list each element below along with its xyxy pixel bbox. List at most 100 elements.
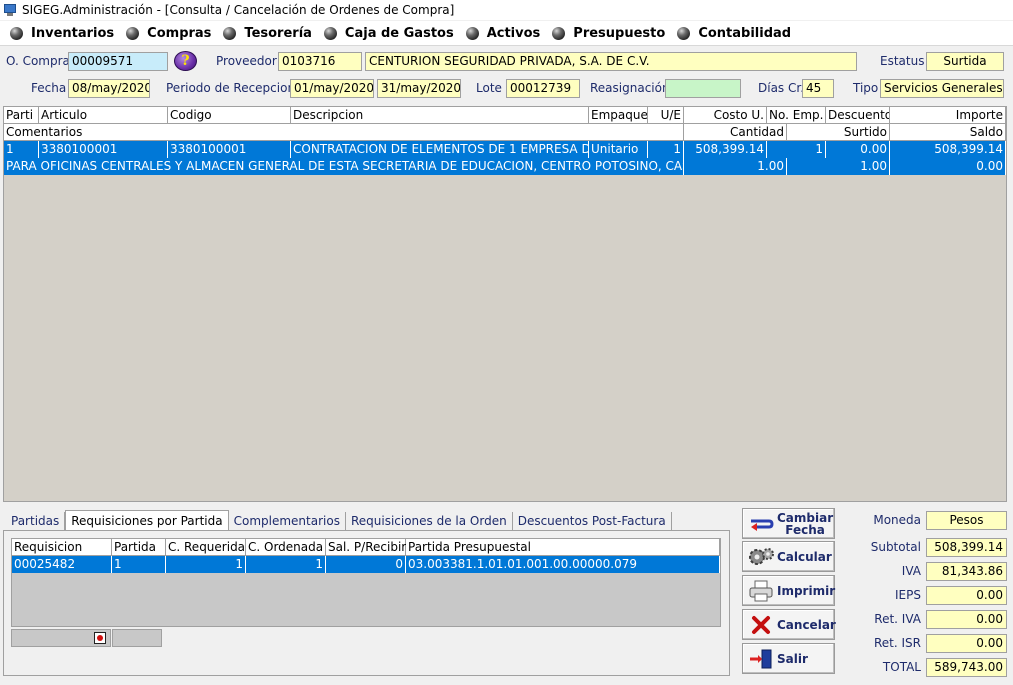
- tipo-label: Tipo: [853, 81, 879, 95]
- lote-field[interactable]: 00012739: [506, 79, 580, 98]
- menu-presupuesto[interactable]: Presupuesto: [552, 26, 665, 41]
- table-row[interactable]: 1 3380100001 3380100001 CONTRATACION DE …: [4, 141, 1006, 158]
- cancelar-label: Cancelar: [777, 617, 836, 632]
- imprimir-button[interactable]: Imprimir: [742, 575, 835, 606]
- menu-ball-icon: [126, 26, 140, 40]
- col-articulo[interactable]: Articulo: [39, 107, 168, 124]
- col-partida[interactable]: Partida: [112, 539, 166, 556]
- printer-icon: [747, 579, 775, 603]
- window-title: SIGEG.Administración - [Consulta / Cance…: [22, 3, 455, 17]
- col-sal-p-recibir[interactable]: Sal. P/Recibir: [326, 539, 406, 556]
- estatus-label: Estatus: [880, 54, 925, 68]
- col-c-requerida[interactable]: C. Requerida: [166, 539, 246, 556]
- calendar-arrow-icon: [747, 512, 775, 536]
- table-row[interactable]: 00025482 1 1 1 0 03.003381.1.01.01.001.0…: [12, 556, 720, 573]
- subgrid-header: Requisicion Partida C. Requerida C. Orde…: [12, 539, 720, 556]
- menu-ball-icon: [677, 26, 691, 40]
- fecha-field[interactable]: 08/may/2020: [68, 79, 150, 98]
- col-cantidad[interactable]: Cantidad: [684, 124, 787, 141]
- ret-iva-field[interactable]: 0.00: [926, 610, 1007, 629]
- ret-isr-field[interactable]: 0.00: [926, 634, 1007, 653]
- subtotal-label: Subtotal: [870, 540, 921, 554]
- menu-inventarios[interactable]: Inventarios: [10, 26, 114, 41]
- menu-caja-de-gastos[interactable]: Caja de Gastos: [323, 26, 454, 41]
- cancelar-button[interactable]: Cancelar: [742, 609, 836, 640]
- cell-ue: 1: [648, 141, 684, 158]
- proveedor-code-field[interactable]: 0103716: [278, 52, 362, 71]
- proveedor-name-field[interactable]: CENTURION SEGURIDAD PRIVADA, S.A. DE C.V…: [365, 52, 857, 71]
- o-compra-field[interactable]: 00009571: [68, 52, 168, 71]
- cell-sal-p-recibir: 0: [326, 556, 406, 573]
- menu-activos[interactable]: Activos: [465, 26, 540, 41]
- col-surtido[interactable]: Surtido: [787, 124, 890, 141]
- tipo-field[interactable]: Servicios Generales: [880, 79, 1004, 98]
- grid-header: Parti Articulo Codigo Descripcion Empaqu…: [4, 107, 1006, 141]
- partidas-grid[interactable]: Parti Articulo Codigo Descripcion Empaqu…: [3, 106, 1007, 502]
- menu-contabilidad[interactable]: Contabilidad: [677, 26, 791, 41]
- record-icon[interactable]: [94, 632, 106, 644]
- menu-tesoreria[interactable]: Tesorería: [223, 26, 312, 41]
- tab-complementarios[interactable]: Complementarios: [229, 512, 346, 531]
- reasignacion-field[interactable]: [665, 79, 741, 98]
- status-box-left: [11, 629, 111, 647]
- iva-label: IVA: [901, 564, 921, 578]
- o-compra-label: O. Compra: [6, 54, 70, 68]
- reasignacion-label: Reasignación: [590, 81, 670, 95]
- cell-articulo: 3380100001: [39, 141, 168, 158]
- col-comentarios[interactable]: Comentarios: [4, 124, 684, 141]
- tab-requisiciones-por-partida[interactable]: Requisiciones por Partida: [65, 510, 229, 530]
- col-importe[interactable]: Importe: [890, 107, 1006, 124]
- help-icon[interactable]: ?: [174, 51, 197, 71]
- ieps-label: IEPS: [895, 588, 921, 602]
- menu-ball-icon: [323, 26, 337, 40]
- total-label: TOTAL: [882, 660, 921, 674]
- exit-door-icon: [747, 647, 775, 671]
- moneda-field[interactable]: Pesos: [926, 511, 1007, 530]
- subtotal-field[interactable]: 508,399.14: [926, 538, 1007, 557]
- ret-iva-label: Ret. IVA: [874, 612, 921, 626]
- menu-compras[interactable]: Compras: [126, 26, 211, 41]
- proveedor-label: Proveedor: [216, 54, 277, 68]
- col-descuento[interactable]: Descuento: [826, 107, 890, 124]
- tab-requisiciones-de-la-orden[interactable]: Requisiciones de la Orden: [346, 512, 513, 531]
- tab-descuentos-post-factura[interactable]: Descuentos Post-Factura: [513, 512, 672, 531]
- dias-field[interactable]: 45: [802, 79, 834, 98]
- periodo-desde-field[interactable]: 01/may/2020: [290, 79, 374, 98]
- col-descripcion[interactable]: Descripcion: [291, 107, 589, 124]
- calcular-button[interactable]: Calcular: [742, 541, 835, 572]
- periodo-hasta-field[interactable]: 31/may/2020: [377, 79, 461, 98]
- iva-field[interactable]: 81,343.86: [926, 562, 1007, 581]
- col-c-ordenada[interactable]: C. Ordenada: [246, 539, 326, 556]
- cell-no-emp: 1: [767, 141, 826, 158]
- col-ue[interactable]: U/E: [648, 107, 684, 124]
- lote-label: Lote: [476, 81, 502, 95]
- menu-bar: Inventarios Compras Tesorería Caja de Ga…: [0, 21, 1013, 46]
- tab-strip: Partidas Requisiciones por Partida Compl…: [6, 510, 672, 531]
- calcular-label: Calcular: [777, 549, 832, 564]
- col-requisicion[interactable]: Requisicion: [12, 539, 112, 556]
- col-empaque[interactable]: Empaque: [589, 107, 648, 124]
- estatus-field[interactable]: Surtida: [926, 52, 1004, 71]
- ieps-field[interactable]: 0.00: [926, 586, 1007, 605]
- cambiar-fecha-button[interactable]: Cambiar Fecha: [742, 508, 835, 539]
- col-parti[interactable]: Parti: [4, 107, 39, 124]
- requisiciones-grid[interactable]: Requisicion Partida C. Requerida C. Orde…: [11, 538, 721, 627]
- red-x-icon: [747, 613, 775, 637]
- col-no-emp[interactable]: No. Emp.: [767, 107, 826, 124]
- menu-ball-icon: [10, 26, 23, 40]
- total-field[interactable]: 589,743.00: [926, 658, 1007, 677]
- tab-partidas[interactable]: Partidas: [6, 512, 66, 531]
- cell-c-requerida: 1: [166, 556, 246, 573]
- col-partida-presupuestal[interactable]: Partida Presupuestal: [406, 539, 720, 556]
- col-costo-u[interactable]: Costo U.: [684, 107, 767, 124]
- cell-comentarios: PARA OFICINAS CENTRALES Y ALMACEN GENERA…: [6, 158, 684, 175]
- menu-ball-icon: [223, 26, 237, 40]
- table-row[interactable]: PARA OFICINAS CENTRALES Y ALMACEN GENERA…: [4, 158, 1006, 175]
- cell-costo-u: 508,399.14: [684, 141, 767, 158]
- ret-isr-label: Ret. ISR: [873, 636, 921, 650]
- cell-descripcion: CONTRATACION DE ELEMENTOS DE 1 EMPRESA D…: [293, 141, 589, 158]
- col-saldo[interactable]: Saldo: [890, 124, 1006, 141]
- col-codigo[interactable]: Codigo: [168, 107, 291, 124]
- cell-importe: 508,399.14: [890, 141, 1006, 158]
- salir-button[interactable]: Salir: [742, 643, 835, 674]
